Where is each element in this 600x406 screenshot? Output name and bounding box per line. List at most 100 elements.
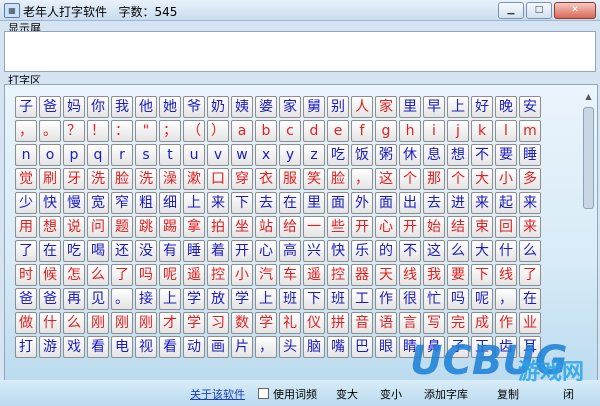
key-button[interactable]: 你	[87, 96, 109, 118]
key-button[interactable]: 要	[495, 144, 517, 166]
key-button[interactable]: 这	[423, 240, 445, 262]
smaller-button[interactable]: 变小	[380, 386, 402, 402]
maximize-button[interactable]: □	[526, 2, 552, 19]
key-button[interactable]: 视	[135, 336, 157, 358]
key-button[interactable]: a	[231, 120, 253, 142]
key-button[interactable]: 语	[375, 312, 397, 334]
key-button[interactable]: 戏	[63, 336, 85, 358]
key-button[interactable]: 车	[279, 264, 301, 286]
key-button[interactable]: 来	[207, 192, 229, 214]
key-button[interactable]: 睡	[183, 240, 205, 262]
key-button[interactable]: 了	[15, 240, 37, 262]
key-button[interactable]: 个	[447, 168, 469, 190]
key-button[interactable]: 穿	[231, 168, 253, 190]
key-button[interactable]: 睡	[519, 144, 541, 166]
key-button[interactable]: 打	[15, 336, 37, 358]
key-button[interactable]: h	[399, 120, 421, 142]
key-button[interactable]: 作	[375, 288, 397, 310]
key-button[interactable]: 大	[471, 240, 493, 262]
key-button[interactable]: 面	[327, 192, 349, 214]
key-button[interactable]: 刚	[111, 312, 133, 334]
key-button[interactable]: 动	[183, 336, 205, 358]
key-button[interactable]: 宽	[87, 192, 109, 214]
key-button[interactable]: r	[111, 144, 133, 166]
display-screen[interactable]	[4, 31, 596, 72]
key-button[interactable]: 慢	[63, 192, 85, 214]
key-button[interactable]: ）	[207, 120, 229, 142]
use-phrases-checkbox[interactable]	[258, 388, 269, 399]
key-button[interactable]: 家	[375, 96, 397, 118]
key-button[interactable]: 脑	[303, 336, 325, 358]
key-button[interactable]: 个	[399, 168, 421, 190]
key-button[interactable]: 在	[39, 240, 61, 262]
key-button[interactable]: 忙	[423, 288, 445, 310]
key-button[interactable]: 觉	[15, 168, 37, 190]
key-button[interactable]: 什	[495, 240, 517, 262]
key-button[interactable]: v	[207, 144, 229, 166]
use-phrases-toggle[interactable]: 使用词频	[258, 386, 317, 402]
key-button[interactable]: 澡	[159, 168, 181, 190]
key-button[interactable]: 开	[351, 216, 373, 238]
key-button[interactable]: ，	[255, 336, 277, 358]
key-button[interactable]: ；	[159, 120, 181, 142]
key-button[interactable]: 了	[519, 264, 541, 286]
key-button[interactable]: f	[351, 120, 373, 142]
key-button[interactable]: 这	[375, 168, 397, 190]
key-button[interactable]: 游	[39, 336, 61, 358]
key-button[interactable]: 想	[447, 144, 469, 166]
key-button[interactable]: 脸	[327, 168, 349, 190]
key-button[interactable]: 吃	[63, 240, 85, 262]
key-button[interactable]: 给	[279, 216, 301, 238]
key-button[interactable]: 汽	[255, 264, 277, 286]
key-button[interactable]: 子	[15, 96, 37, 118]
key-button[interactable]: 做	[15, 312, 37, 334]
key-button[interactable]: 站	[255, 216, 277, 238]
key-button[interactable]: 心	[255, 240, 277, 262]
key-button[interactable]: 拼	[327, 312, 349, 334]
key-button[interactable]: 刷	[39, 168, 61, 190]
key-button[interactable]: 问	[87, 216, 109, 238]
key-button[interactable]: 言	[399, 312, 421, 334]
key-button[interactable]: 怎	[63, 264, 85, 286]
key-button[interactable]: 候	[39, 264, 61, 286]
key-button[interactable]: 洗	[87, 168, 109, 190]
key-button[interactable]: 想	[39, 216, 61, 238]
key-button[interactable]: 在	[519, 288, 541, 310]
key-button[interactable]: 奶	[207, 96, 229, 118]
key-button[interactable]: 说	[63, 216, 85, 238]
key-button[interactable]: 喝	[87, 240, 109, 262]
key-button[interactable]: 开	[231, 240, 253, 262]
key-button[interactable]: 成	[471, 312, 493, 334]
key-button[interactable]: 天	[375, 264, 397, 286]
key-button[interactable]: 工	[351, 288, 373, 310]
key-button[interactable]: 。	[39, 120, 61, 142]
key-button[interactable]: 我	[111, 96, 133, 118]
key-button[interactable]: w	[231, 144, 253, 166]
key-button[interactable]: 脸	[111, 168, 133, 190]
key-button[interactable]: ？	[63, 120, 85, 142]
key-button[interactable]: 不	[471, 144, 493, 166]
key-button[interactable]: 息	[423, 144, 445, 166]
key-button[interactable]: 高	[279, 240, 301, 262]
key-button[interactable]: 嘴	[327, 336, 349, 358]
key-button[interactable]: m	[519, 120, 541, 142]
key-button[interactable]: 口	[207, 168, 229, 190]
key-button[interactable]: 乐	[351, 240, 373, 262]
key-button[interactable]: 电	[111, 336, 133, 358]
key-button[interactable]: 在	[279, 192, 301, 214]
key-button[interactable]: 一	[303, 216, 325, 238]
key-button[interactable]: 吗	[135, 264, 157, 286]
key-button[interactable]: 习	[207, 312, 229, 334]
key-button[interactable]: 下	[471, 264, 493, 286]
key-button[interactable]: 下	[231, 192, 253, 214]
key-button[interactable]: n	[15, 144, 37, 166]
key-button[interactable]: 没	[135, 240, 157, 262]
key-button[interactable]: 进	[447, 192, 469, 214]
key-button[interactable]: 学	[255, 312, 277, 334]
key-button[interactable]: 拍	[207, 216, 229, 238]
key-button[interactable]: 呢	[159, 264, 181, 286]
key-button[interactable]: 不	[399, 240, 421, 262]
key-button[interactable]: 来	[519, 192, 541, 214]
key-button[interactable]: 么	[447, 240, 469, 262]
key-button[interactable]: e	[327, 120, 349, 142]
